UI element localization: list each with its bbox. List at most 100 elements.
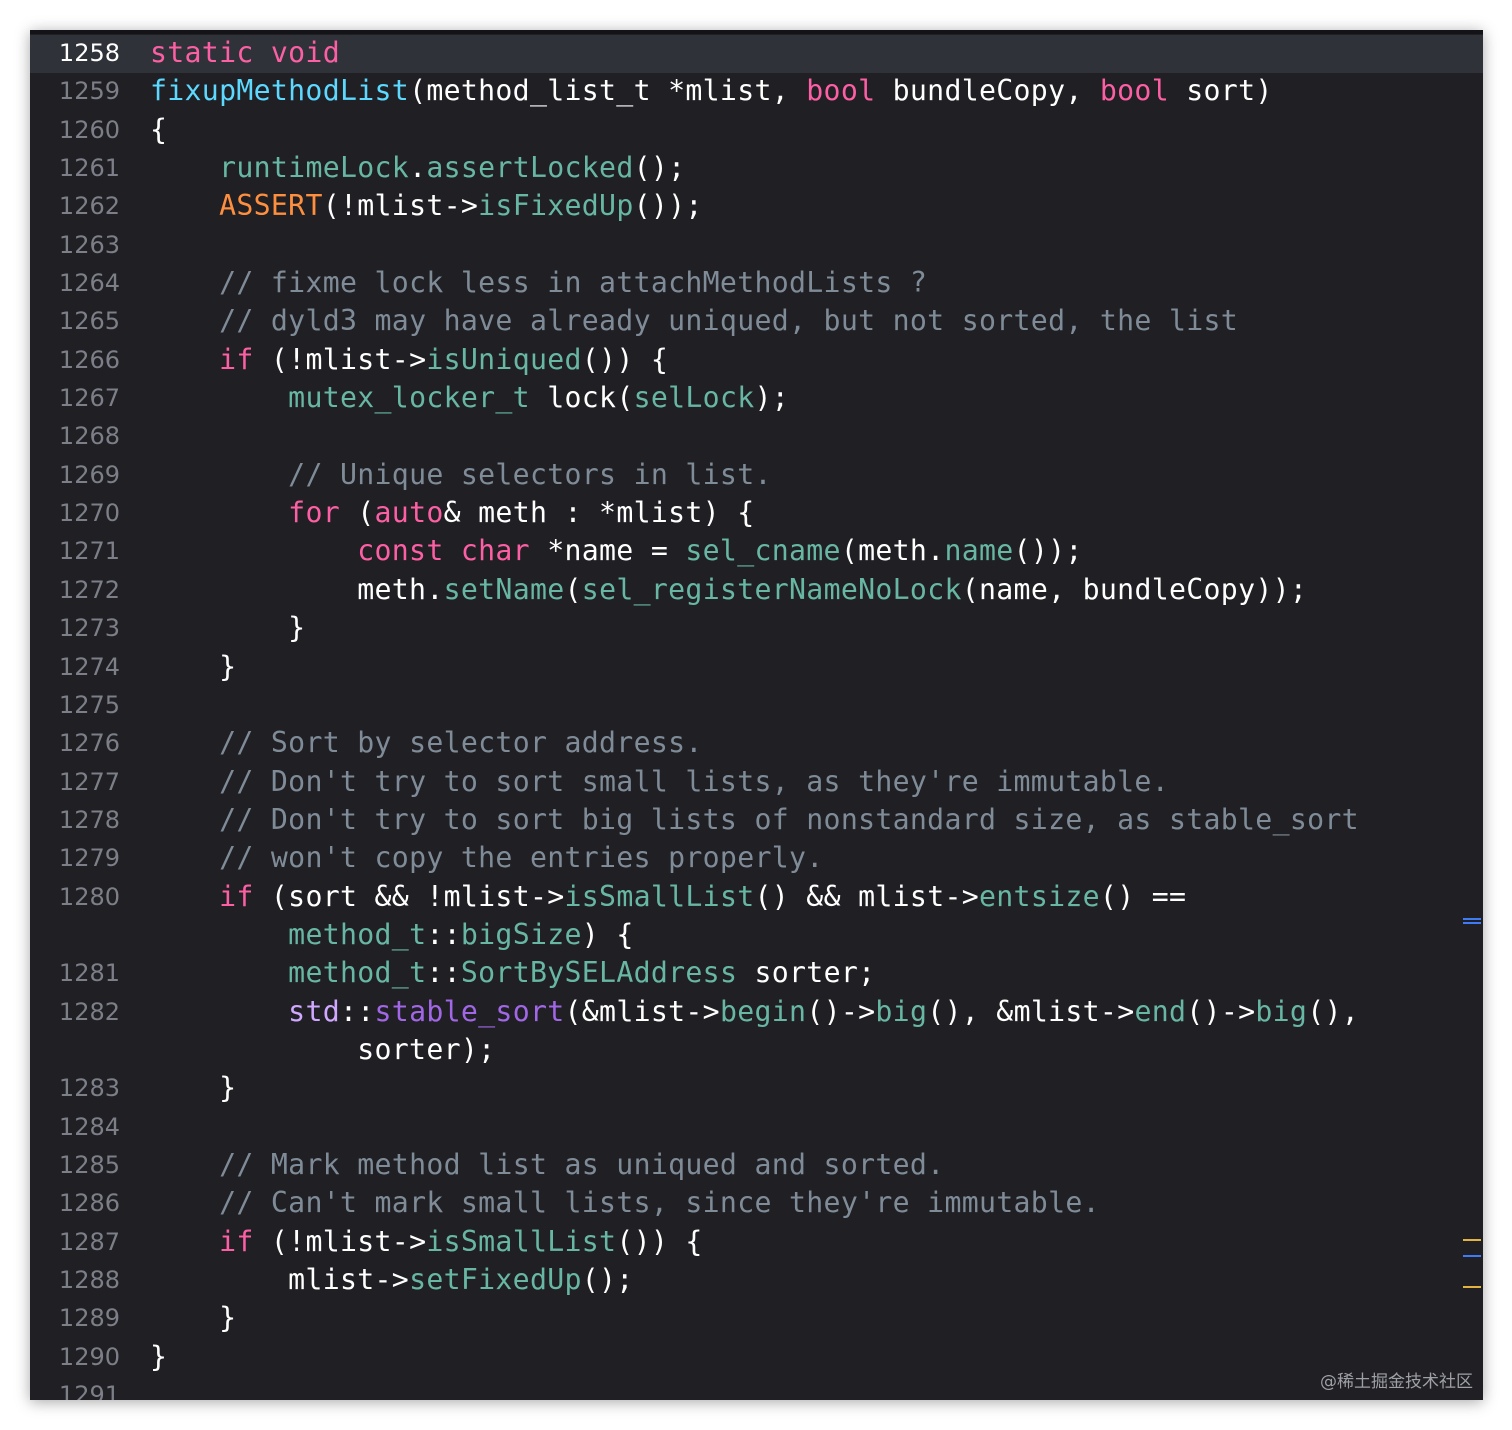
code-token: isSmallList <box>426 1224 617 1258</box>
line-source: } <box>150 1299 236 1337</box>
code-token: } <box>150 611 306 645</box>
code-token: & meth : *mlist) { <box>443 496 755 530</box>
code-token: SortBySELAddress <box>460 956 738 990</box>
change-marker <box>1463 1255 1481 1257</box>
code-token: (meth. <box>840 534 945 568</box>
code-token: assertLocked <box>426 151 634 185</box>
code-line[interactable]: 1284 <box>30 1108 1483 1146</box>
line-source: const char *name = sel_cname(meth.name()… <box>150 532 1083 570</box>
code-line[interactable]: 1291 <box>30 1376 1483 1400</box>
code-token: ( <box>339 496 375 530</box>
code-line[interactable]: 1262 ASSERT(!mlist->isFixedUp()); <box>30 187 1483 225</box>
code-token: // Sort by selector address. <box>219 726 703 760</box>
code-line[interactable]: 1266 if (!mlist->isUniqued()) { <box>30 341 1483 379</box>
code-token: (sort && !mlist-> <box>253 879 565 913</box>
line-source: for (auto& meth : *mlist) { <box>150 494 755 532</box>
code-line[interactable]: 1283 } <box>30 1069 1483 1107</box>
line-source: sorter); <box>150 1031 495 1069</box>
code-line[interactable]: 1265 // dyld3 may have already uniqued, … <box>30 302 1483 340</box>
code-line[interactable]: 1271 const char *name = sel_cname(meth.n… <box>30 532 1483 570</box>
code-line[interactable]: 1273 } <box>30 609 1483 647</box>
line-source: } <box>150 648 236 686</box>
code-line[interactable]: 1288 mlist->setFixedUp(); <box>30 1261 1483 1299</box>
line-number: 1289 <box>58 1304 120 1333</box>
code-line[interactable]: 1281 method_t::SortBySELAddress sorter; <box>30 954 1483 992</box>
code-line[interactable]: 1282 std::stable_sort(&mlist->begin()->b… <box>30 993 1483 1031</box>
line-source: method_t::SortBySELAddress sorter; <box>150 954 875 992</box>
code-token: (method_list_t *mlist, <box>409 74 807 108</box>
code-line[interactable]: 1286 // Can't mark small lists, since th… <box>30 1184 1483 1222</box>
code-token: ); <box>754 381 790 415</box>
line-number: 1268 <box>58 422 120 451</box>
code-line[interactable]: 1289 } <box>30 1299 1483 1337</box>
code-line[interactable]: method_t::bigSize) { <box>30 916 1483 954</box>
line-number: 1271 <box>58 537 120 566</box>
code-token: big <box>1255 994 1308 1028</box>
code-line[interactable]: 1275 <box>30 686 1483 724</box>
line-number: 1290 <box>58 1342 120 1371</box>
code-line[interactable]: 1279 // won't copy the entries properly. <box>30 839 1483 877</box>
code-line[interactable]: 1272 meth.setName(sel_registerNameNoLock… <box>30 571 1483 609</box>
code-token: isFixedUp <box>478 189 634 223</box>
code-token: :: <box>426 917 461 951</box>
change-marker <box>1463 1239 1481 1241</box>
code-token: ()-> <box>1186 994 1256 1028</box>
line-source: ASSERT(!mlist->isFixedUp()); <box>150 187 703 225</box>
line-number: 1282 <box>58 997 120 1026</box>
code-token: bool <box>1099 74 1169 108</box>
code-line[interactable]: 1261 runtimeLock.assertLocked(); <box>30 149 1483 187</box>
code-token: ()-> <box>806 994 876 1028</box>
code-line[interactable]: 1270 for (auto& meth : *mlist) { <box>30 494 1483 532</box>
code-line[interactable]: 1268 <box>30 417 1483 455</box>
code-line[interactable]: 1278 // Don't try to sort big lists of n… <box>30 801 1483 839</box>
line-number: 1277 <box>58 767 120 796</box>
line-number: 1280 <box>58 882 120 911</box>
code-line[interactable]: 1276 // Sort by selector address. <box>30 724 1483 762</box>
code-token: (); <box>633 151 686 185</box>
code-token: // fixme lock less in attachMethodLists … <box>219 266 928 300</box>
line-number: 1275 <box>58 690 120 719</box>
code-line[interactable]: 1258 static void <box>30 34 1483 72</box>
code-line[interactable]: 1267 mutex_locker_t lock(selLock); <box>30 379 1483 417</box>
code-line[interactable]: 1259 fixupMethodList(method_list_t *mlist… <box>30 72 1483 110</box>
code-line[interactable]: 1287 if (!mlist->isSmallList()) { <box>30 1223 1483 1261</box>
code-area[interactable]: 1258 static void 1259 fixupMethodList(metho… <box>30 34 1483 1400</box>
code-token: static void <box>150 36 340 69</box>
code-line[interactable]: 1274 } <box>30 648 1483 686</box>
code-token: lock( <box>529 381 634 415</box>
line-source: // Unique selectors in list. <box>150 456 772 494</box>
code-line[interactable]: 1285 // Mark method list as uniqued and … <box>30 1146 1483 1184</box>
code-token: } <box>150 1339 168 1373</box>
code-token: std <box>288 994 340 1028</box>
watermark: @稀土掘金技术社区 <box>1320 1372 1473 1392</box>
line-number: 1278 <box>58 805 120 834</box>
code-line[interactable]: 1269 // Unique selectors in list. <box>30 456 1483 494</box>
line-number: 1291 <box>58 1381 120 1400</box>
code-token: if <box>219 342 254 376</box>
code-line[interactable]: 1277 // Don't try to sort small lists, a… <box>30 763 1483 801</box>
code-token: bundleCopy, <box>875 74 1100 108</box>
code-token: meth. <box>150 572 444 606</box>
code-token: end <box>1134 994 1187 1028</box>
line-number: 1285 <box>58 1150 120 1179</box>
line-number: 1265 <box>58 307 120 336</box>
line-source: meth.setName(sel_registerNameNoLock(name… <box>150 571 1307 609</box>
code-token: :: <box>339 994 375 1028</box>
line-source: fixupMethodList(method_list_t *mlist, bo… <box>150 72 1273 110</box>
line-source: } <box>150 1069 236 1107</box>
code-line[interactable]: 1264 // fixme lock less in attachMethodL… <box>30 264 1483 302</box>
line-source: // Don't try to sort big lists of nonsta… <box>150 801 1359 839</box>
code-line[interactable]: 1290} <box>30 1338 1483 1376</box>
line-source: if (sort && !mlist->isSmallList() && mli… <box>150 878 1186 916</box>
code-line[interactable]: 1260 { <box>30 111 1483 149</box>
code-line[interactable]: 1263 <box>30 226 1483 264</box>
code-token: ()); <box>1013 534 1083 568</box>
code-line[interactable]: 1280 if (sort && !mlist->isSmallList() &… <box>30 878 1483 916</box>
line-source: if (!mlist->isSmallList()) { <box>150 1223 703 1261</box>
code-line[interactable]: sorter); <box>30 1031 1483 1069</box>
